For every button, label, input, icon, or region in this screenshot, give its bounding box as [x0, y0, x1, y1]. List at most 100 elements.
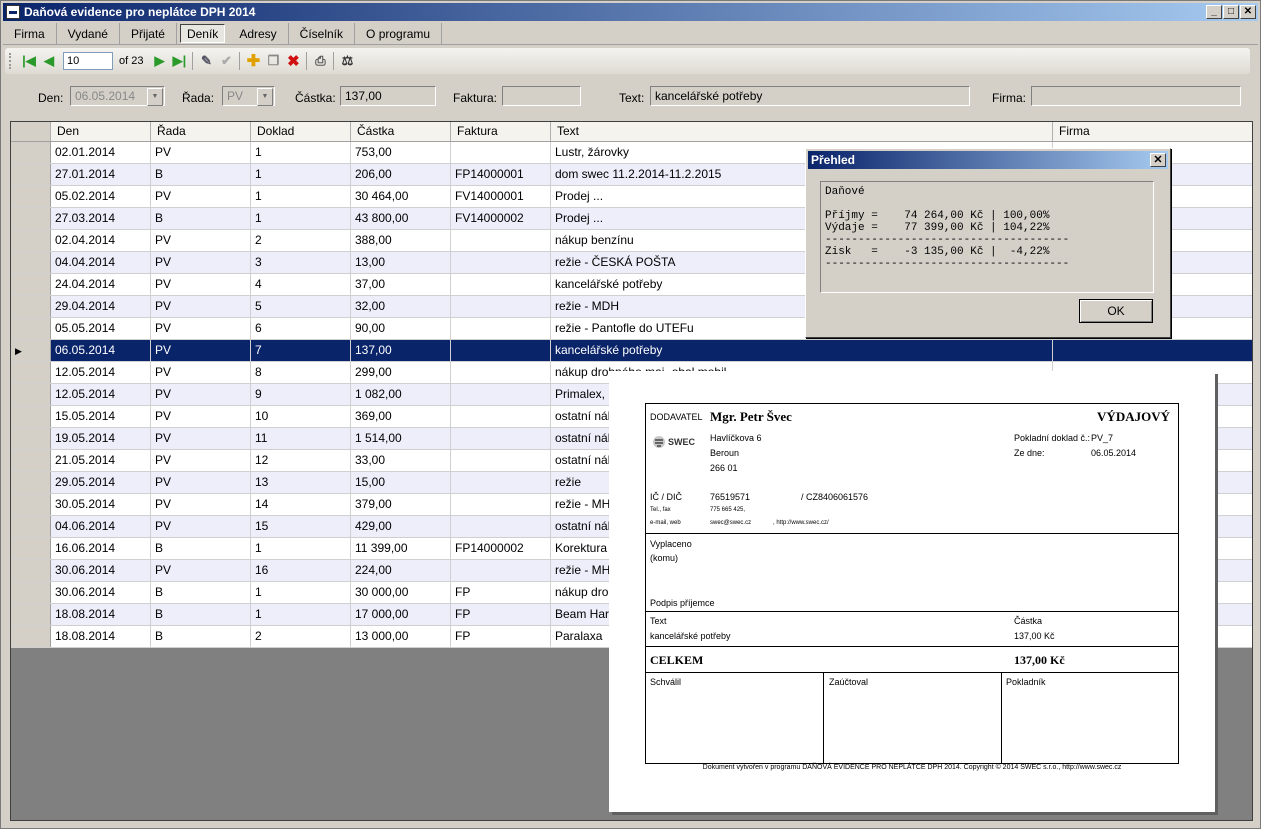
- cell-faktura[interactable]: [451, 230, 551, 251]
- cell-den[interactable]: 29.05.2014: [51, 472, 151, 493]
- cell-faktura[interactable]: [451, 428, 551, 449]
- cell-doklad[interactable]: 1: [251, 582, 351, 603]
- column-header-doklad[interactable]: Doklad: [251, 122, 351, 141]
- record-position-input[interactable]: [63, 52, 113, 70]
- row-selector[interactable]: [11, 604, 51, 625]
- cell-doklad[interactable]: 16: [251, 560, 351, 581]
- cell-rada[interactable]: PV: [151, 142, 251, 163]
- cell-faktura[interactable]: [451, 560, 551, 581]
- column-header-firma[interactable]: Firma: [1053, 122, 1252, 141]
- cell-doklad[interactable]: 3: [251, 252, 351, 273]
- den-field[interactable]: 06.05.2014: [70, 86, 165, 106]
- cell-doklad[interactable]: 12: [251, 450, 351, 471]
- cell-den[interactable]: 12.05.2014: [51, 362, 151, 383]
- cell-castka[interactable]: 90,00: [351, 318, 451, 339]
- cell-den[interactable]: 05.05.2014: [51, 318, 151, 339]
- menu-o-programu[interactable]: O programu: [355, 23, 443, 44]
- cell-doklad[interactable]: 1: [251, 538, 351, 559]
- cell-rada[interactable]: PV: [151, 560, 251, 581]
- cell-doklad[interactable]: 14: [251, 494, 351, 515]
- cell-castka[interactable]: 43 800,00: [351, 208, 451, 229]
- cell-rada[interactable]: PV: [151, 494, 251, 515]
- cell-doklad[interactable]: 2: [251, 626, 351, 647]
- cell-den[interactable]: 18.08.2014: [51, 604, 151, 625]
- cell-faktura[interactable]: [451, 318, 551, 339]
- cell-faktura[interactable]: FP14000002: [451, 538, 551, 559]
- cell-castka[interactable]: 11 399,00: [351, 538, 451, 559]
- cell-faktura[interactable]: [451, 406, 551, 427]
- row-selector[interactable]: [11, 274, 51, 295]
- cell-faktura[interactable]: [451, 472, 551, 493]
- cell-castka[interactable]: 33,00: [351, 450, 451, 471]
- cell-doklad[interactable]: 1: [251, 142, 351, 163]
- cell-faktura[interactable]: [451, 384, 551, 405]
- cell-firma[interactable]: [1053, 340, 1252, 361]
- cell-faktura[interactable]: FV14000002: [451, 208, 551, 229]
- cell-castka[interactable]: 379,00: [351, 494, 451, 515]
- menu-prijate[interactable]: Přijaté: [120, 23, 177, 44]
- cell-castka[interactable]: 37,00: [351, 274, 451, 295]
- cell-den[interactable]: 30.06.2014: [51, 582, 151, 603]
- menu-vydane[interactable]: Vydané: [57, 23, 120, 44]
- row-selector[interactable]: [11, 362, 51, 383]
- menu-adresy[interactable]: Adresy: [228, 23, 289, 44]
- row-selector[interactable]: [11, 428, 51, 449]
- cell-castka[interactable]: 13,00: [351, 252, 451, 273]
- cell-doklad[interactable]: 10: [251, 406, 351, 427]
- row-selector[interactable]: [11, 230, 51, 251]
- cell-doklad[interactable]: 1: [251, 604, 351, 625]
- edit-icon[interactable]: ✎: [196, 51, 216, 71]
- cell-rada[interactable]: B: [151, 582, 251, 603]
- cell-den[interactable]: 27.01.2014: [51, 164, 151, 185]
- row-selector[interactable]: [11, 538, 51, 559]
- cell-den[interactable]: 12.05.2014: [51, 384, 151, 405]
- cell-doklad[interactable]: 1: [251, 208, 351, 229]
- prev-record-icon[interactable]: ◀: [39, 51, 59, 71]
- row-selector[interactable]: [11, 560, 51, 581]
- cell-doklad[interactable]: 15: [251, 516, 351, 537]
- cell-doklad[interactable]: 5: [251, 296, 351, 317]
- cell-rada[interactable]: PV: [151, 296, 251, 317]
- table-row[interactable]: ▶ 06.05.2014 PV 7 137,00 kancelářské potřeby: [11, 340, 1252, 362]
- row-selector[interactable]: [11, 582, 51, 603]
- cell-rada[interactable]: PV: [151, 340, 251, 361]
- dialog-title-bar[interactable]: Přehled ✕: [808, 151, 1168, 169]
- row-selector[interactable]: [11, 208, 51, 229]
- cell-castka[interactable]: 30 000,00: [351, 582, 451, 603]
- cell-faktura[interactable]: [451, 494, 551, 515]
- row-selector[interactable]: [11, 494, 51, 515]
- cell-doklad[interactable]: 1: [251, 186, 351, 207]
- copy-icon[interactable]: ❐: [263, 51, 283, 71]
- cell-rada[interactable]: B: [151, 164, 251, 185]
- cell-rada[interactable]: PV: [151, 230, 251, 251]
- cell-doklad[interactable]: 4: [251, 274, 351, 295]
- cell-rada[interactable]: PV: [151, 186, 251, 207]
- cell-doklad[interactable]: 13: [251, 472, 351, 493]
- cell-rada[interactable]: PV: [151, 362, 251, 383]
- row-selector[interactable]: [11, 384, 51, 405]
- cell-rada[interactable]: PV: [151, 406, 251, 427]
- cell-castka[interactable]: 299,00: [351, 362, 451, 383]
- rada-field[interactable]: PV: [222, 86, 275, 106]
- title-bar[interactable]: Daňová evidence pro neplátce DPH 2014 _ …: [3, 3, 1258, 21]
- cell-den[interactable]: 19.05.2014: [51, 428, 151, 449]
- cell-castka[interactable]: 15,00: [351, 472, 451, 493]
- column-header-text[interactable]: Text: [551, 122, 1053, 141]
- cell-doklad[interactable]: 6: [251, 318, 351, 339]
- cell-doklad[interactable]: 2: [251, 230, 351, 251]
- cell-castka[interactable]: 369,00: [351, 406, 451, 427]
- cell-den[interactable]: 29.04.2014: [51, 296, 151, 317]
- cell-den[interactable]: 24.04.2014: [51, 274, 151, 295]
- cell-den[interactable]: 06.05.2014: [51, 340, 151, 361]
- row-selector[interactable]: [11, 626, 51, 647]
- row-selector[interactable]: [11, 142, 51, 163]
- first-record-icon[interactable]: |◀: [19, 51, 39, 71]
- cell-castka[interactable]: 753,00: [351, 142, 451, 163]
- text-field[interactable]: kancelářské potřeby: [650, 86, 970, 106]
- row-selector[interactable]: [11, 406, 51, 427]
- row-selector[interactable]: [11, 186, 51, 207]
- ok-button[interactable]: OK: [1079, 299, 1153, 323]
- cell-faktura[interactable]: [451, 340, 551, 361]
- cell-text[interactable]: kancelářské potřeby: [551, 340, 1053, 361]
- cell-faktura[interactable]: [451, 362, 551, 383]
